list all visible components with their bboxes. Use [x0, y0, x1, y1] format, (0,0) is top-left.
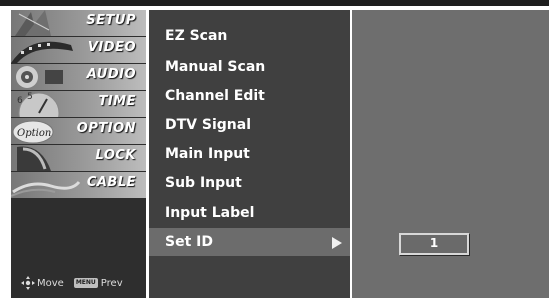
- svg-text:5: 5: [27, 92, 33, 102]
- svg-text:Option: Option: [17, 128, 51, 139]
- padlock-icon: [17, 146, 51, 171]
- value-panel: 1: [352, 10, 549, 298]
- menu-item-label: Sub Input: [165, 175, 242, 191]
- menu-key-icon: MENU: [73, 278, 98, 288]
- category-label: VIDEO: [87, 40, 136, 55]
- top-divider: [0, 0, 549, 6]
- menu-item-set-id[interactable]: Set ID: [149, 228, 350, 256]
- menu-item-label: Manual Scan: [165, 59, 266, 75]
- category-sidebar: SETUP VIDEO AUDIO 6 5 TIME Option OPTION…: [11, 10, 146, 298]
- set-id-value-box[interactable]: 1: [399, 233, 469, 255]
- menu-item-label: Input Label: [165, 205, 255, 221]
- set-id-value: 1: [429, 236, 439, 250]
- move-label: Move: [37, 277, 64, 289]
- tv-osd-menu: SETUP VIDEO AUDIO 6 5 TIME Option OPTION…: [0, 0, 549, 298]
- category-time[interactable]: 6 5 TIME: [11, 91, 146, 117]
- option-tag-icon: Option: [12, 120, 54, 144]
- cable-icon: [11, 180, 81, 197]
- category-video[interactable]: VIDEO: [11, 37, 146, 63]
- category-option[interactable]: Option OPTION: [11, 118, 146, 144]
- category-label: AUDIO: [86, 67, 136, 82]
- navigation-legend: Move MENU Prev: [21, 276, 123, 290]
- category-label: TIME: [98, 94, 136, 109]
- menu-item-label: Main Input: [165, 146, 250, 162]
- category-label: CABLE: [86, 175, 136, 190]
- film-reel-icon: [11, 41, 73, 63]
- menu-item-input-label[interactable]: Input Label: [149, 199, 350, 227]
- clock-icon: 6 5: [17, 92, 60, 117]
- menu-item-manual-scan[interactable]: Manual Scan: [149, 53, 350, 81]
- menu-item-label: Channel Edit: [165, 88, 265, 104]
- menu-item-label: Set ID: [165, 234, 213, 250]
- move-dpad-icon: [21, 276, 35, 290]
- prev-label: Prev: [100, 277, 123, 289]
- speaker-icon: [16, 66, 63, 88]
- category-setup[interactable]: SETUP: [11, 10, 146, 36]
- menu-item-main-input[interactable]: Main Input: [149, 140, 350, 168]
- satellite-dish-icon: [15, 10, 51, 36]
- category-label: SETUP: [86, 13, 136, 28]
- menu-item-label: DTV Signal: [165, 117, 251, 133]
- category-audio[interactable]: AUDIO: [11, 64, 146, 90]
- menu-item-sub-input[interactable]: Sub Input: [149, 169, 350, 197]
- menu-item-dtv-signal[interactable]: DTV Signal: [149, 111, 350, 139]
- setup-menu: EZ Scan Manual Scan Channel Edit DTV Sig…: [149, 10, 350, 298]
- svg-text:6: 6: [17, 96, 23, 106]
- category-lock[interactable]: LOCK: [11, 145, 146, 171]
- category-label: LOCK: [95, 148, 136, 163]
- menu-item-label: EZ Scan: [165, 28, 228, 44]
- menu-item-ez-scan[interactable]: EZ Scan: [149, 22, 350, 50]
- submenu-arrow-icon: [332, 237, 342, 249]
- category-label: OPTION: [76, 121, 136, 136]
- menu-item-channel-edit[interactable]: Channel Edit: [149, 82, 350, 110]
- category-cable[interactable]: CABLE: [11, 172, 146, 198]
